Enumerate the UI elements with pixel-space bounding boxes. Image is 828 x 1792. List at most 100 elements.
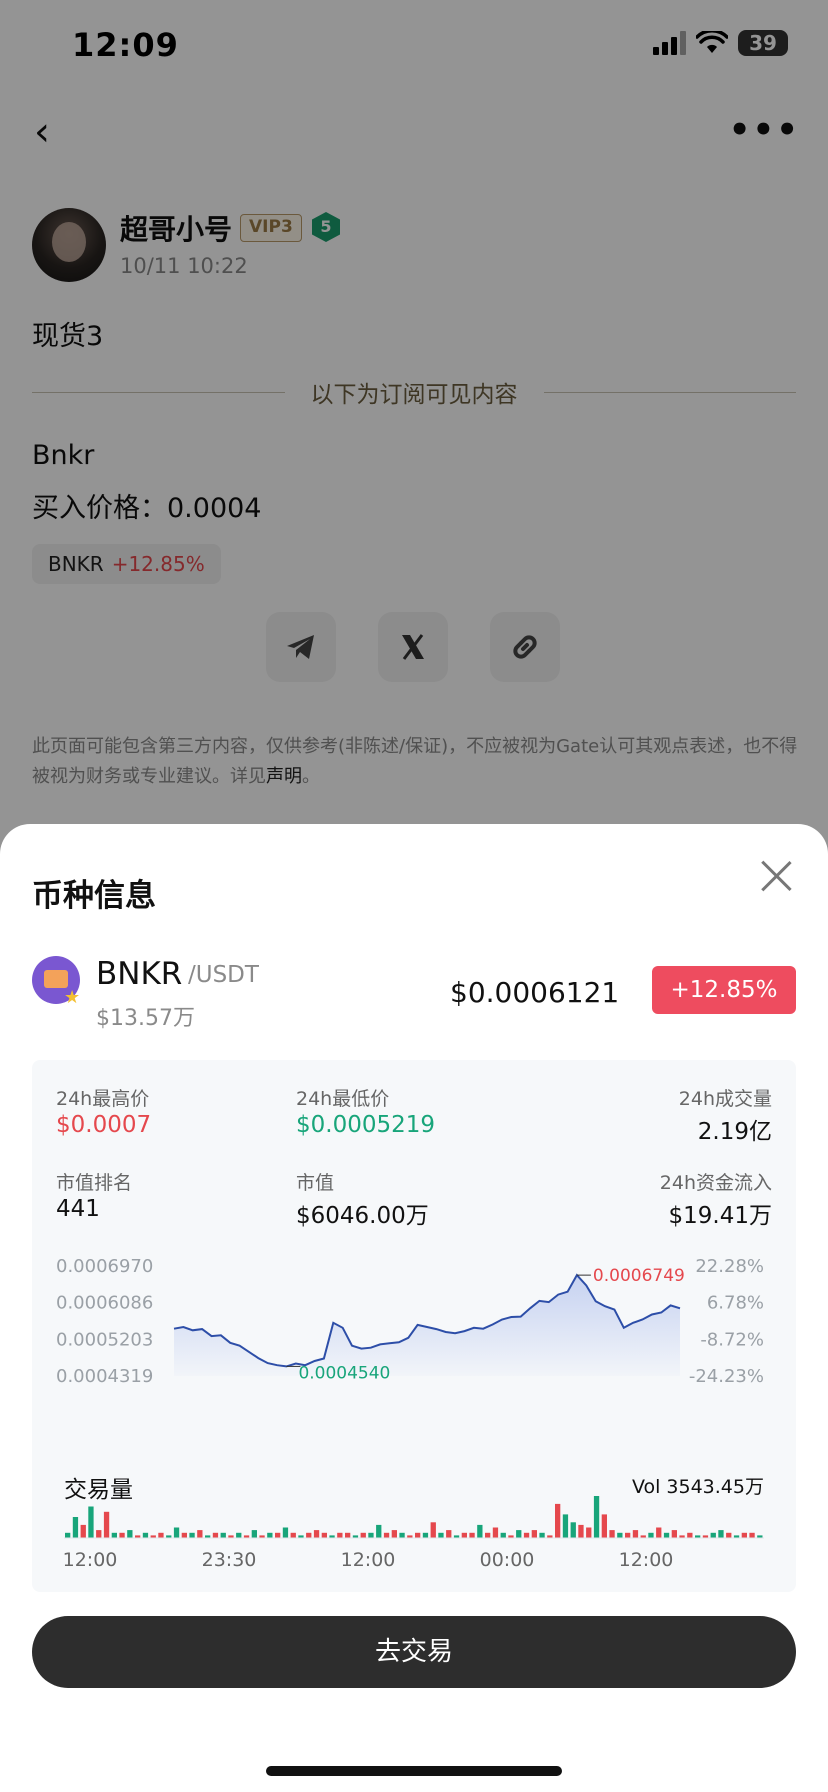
volume-bar — [142, 1532, 149, 1539]
y-tick-label-pct: 6.78% — [707, 1293, 764, 1314]
volume-bar — [181, 1532, 187, 1539]
volume-bar — [593, 1496, 600, 1538]
volume-bar — [741, 1532, 747, 1539]
coin-quote: /USDT — [188, 962, 259, 988]
volume-bar — [500, 1532, 506, 1539]
volume-bar — [158, 1532, 164, 1539]
volume-bar — [531, 1530, 537, 1538]
volume-bar — [422, 1532, 429, 1539]
volume-bar — [197, 1530, 203, 1538]
volume-bar — [461, 1532, 467, 1539]
volume-bar — [749, 1532, 755, 1539]
volume-bar — [539, 1532, 545, 1539]
volume-bar — [663, 1532, 670, 1539]
volume-title: 交易量 — [64, 1477, 133, 1503]
volume-bar — [710, 1532, 716, 1539]
volume-bar — [383, 1532, 390, 1539]
sheet-title: 币种信息 — [32, 878, 156, 914]
volume-bar — [360, 1532, 366, 1539]
y-tick-label: 0.0006970 — [56, 1256, 153, 1277]
volume-bar — [430, 1522, 436, 1539]
volume-bar — [578, 1524, 584, 1538]
volume-bar — [306, 1532, 312, 1539]
volume-bar — [88, 1506, 94, 1538]
x-tick-label: 12:00 — [63, 1549, 118, 1571]
price-chart[interactable]: 0.0006970 0.0006086 0.0005203 0.0004319 22.2… — [32, 1060, 796, 1592]
x-tick-label: 12:00 — [341, 1549, 396, 1571]
volume-bar — [399, 1532, 405, 1539]
y-tick-label-pct: -24.23% — [689, 1366, 764, 1387]
volume-bar — [485, 1532, 491, 1539]
volume-bar — [119, 1532, 125, 1539]
y-tick-label: 0.0004319 — [56, 1366, 153, 1387]
volume-bar — [415, 1532, 421, 1539]
price-area — [174, 1275, 680, 1376]
volume-bar — [236, 1532, 242, 1539]
volume-bar — [586, 1527, 592, 1538]
star-icon: ★ — [64, 987, 81, 1008]
volume-bar — [625, 1532, 631, 1539]
high-price-label: 0.0006749 — [593, 1266, 685, 1286]
volume-bar — [321, 1532, 327, 1539]
volume-bar — [718, 1530, 724, 1538]
volume-bar — [103, 1511, 110, 1539]
volume-bar — [609, 1530, 615, 1538]
volume-bar — [632, 1530, 639, 1538]
volume-bar — [376, 1524, 382, 1538]
volume-bar — [111, 1532, 117, 1539]
volume-bar — [313, 1530, 320, 1538]
volume-bar — [726, 1532, 732, 1539]
volume-bar — [492, 1527, 499, 1538]
coin-symbol: BNKR — [96, 956, 183, 992]
volume-bar — [656, 1527, 662, 1538]
volume-bar — [220, 1532, 226, 1539]
volume-bar — [446, 1530, 452, 1538]
change-badge: +12.85% — [652, 966, 796, 1014]
volume-bar — [189, 1532, 195, 1539]
y-tick-label-pct: 22.28% — [695, 1256, 764, 1277]
coin-info-sheet: 币种信息 ★ BNKR /USDT $13.57万 $0.0006121 +12… — [0, 824, 828, 1792]
volume-bar — [671, 1530, 677, 1538]
volume-bar — [96, 1530, 102, 1538]
volume-bar — [337, 1532, 343, 1539]
x-tick-label: 00:00 — [480, 1549, 535, 1571]
volume-bar — [570, 1522, 576, 1539]
volume-bar — [65, 1532, 71, 1539]
volume-bar — [648, 1532, 654, 1539]
volume-bar — [275, 1532, 281, 1539]
volume-bar — [267, 1532, 273, 1539]
volume-bar — [687, 1532, 693, 1539]
volume-bar — [212, 1532, 219, 1539]
x-tick-label: 23:30 — [202, 1549, 257, 1571]
y-tick-label: 0.0006086 — [56, 1293, 153, 1314]
volume-bar — [555, 1503, 561, 1538]
volume-bar — [477, 1524, 483, 1538]
volume-bar — [80, 1524, 86, 1538]
volume-bar — [72, 1517, 79, 1538]
volume-bar — [438, 1532, 444, 1539]
volume-bar — [282, 1527, 289, 1538]
volume-bar — [290, 1532, 296, 1539]
volume-bar — [469, 1532, 475, 1539]
volume-bar — [251, 1530, 257, 1538]
volume-bar — [516, 1530, 522, 1538]
volume-bar — [523, 1532, 530, 1539]
coin-market-cap: $13.57万 — [96, 1006, 195, 1031]
coin-price: $0.0006121 — [450, 976, 620, 1009]
volume-bar — [391, 1530, 397, 1538]
market-stats-card: 24h最高价 $0.0007 24h最低价 $0.0005219 24h成交量 … — [32, 1060, 796, 1592]
volume-bar — [617, 1532, 623, 1539]
y-tick-label: 0.0005203 — [56, 1329, 153, 1350]
volume-bar — [127, 1530, 133, 1538]
y-tick-label-pct: -8.72% — [700, 1329, 764, 1350]
coin-logo: ★ — [32, 956, 80, 1008]
volume-bar — [562, 1514, 569, 1538]
x-tick-label: 12:00 — [619, 1549, 674, 1571]
volume-bar — [601, 1514, 607, 1538]
home-indicator — [266, 1766, 562, 1776]
close-icon[interactable] — [756, 856, 796, 896]
volume-total: Vol 3543.45万 — [631, 1476, 764, 1498]
trade-button[interactable]: 去交易 — [32, 1616, 796, 1688]
volume-bar — [345, 1532, 351, 1539]
low-price-label: 0.0004540 — [298, 1363, 390, 1383]
